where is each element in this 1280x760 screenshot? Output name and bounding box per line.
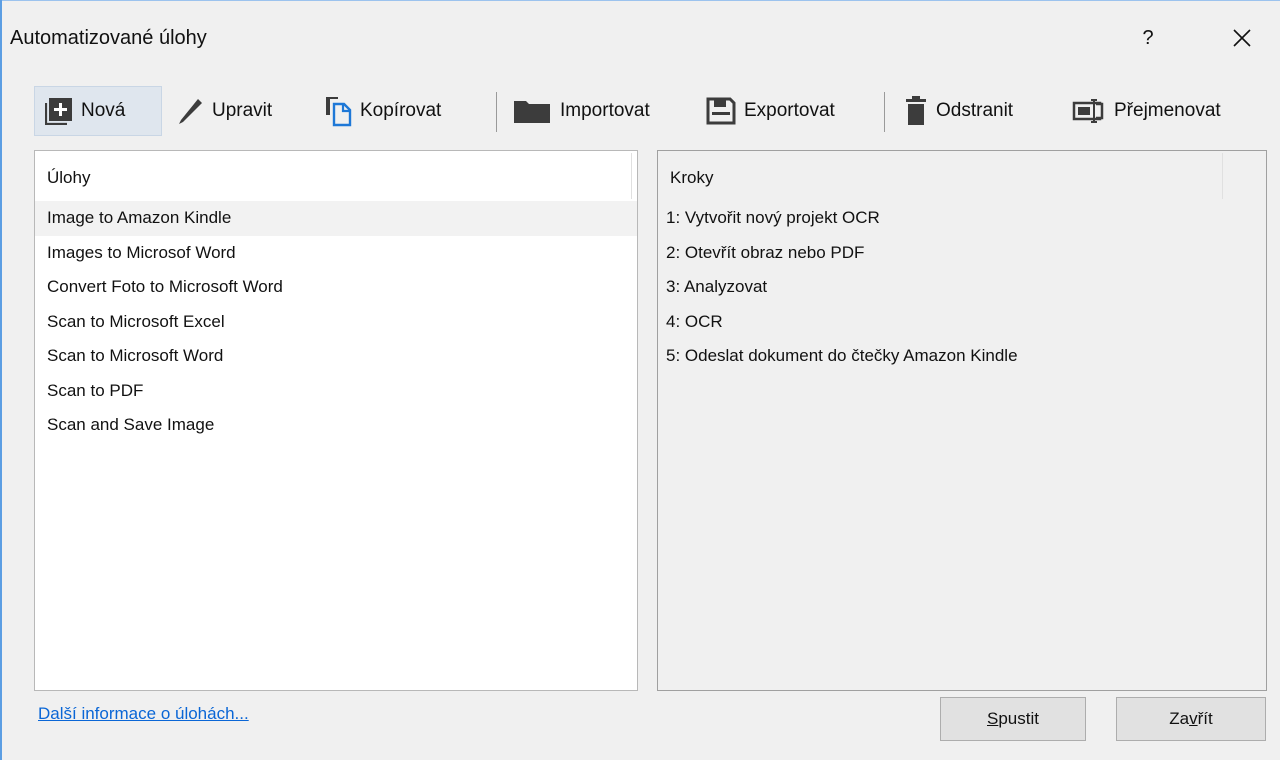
help-button[interactable]: ? [1128, 20, 1168, 56]
rename-task-label: Přejmenovat [1114, 100, 1221, 121]
step-item[interactable]: 2: Otevřít obraz nebo PDF [658, 236, 1266, 271]
automated-tasks-dialog: Automatizované úlohy ? Nová Upravit Kopí… [0, 0, 1280, 760]
delete-task-button[interactable]: Odstranit [904, 86, 1013, 136]
tasks-list: Image to Amazon Kindle Images to Microso… [35, 201, 637, 443]
close-icon [1233, 29, 1251, 47]
close-button-rest: řít [1197, 709, 1213, 728]
trash-icon [906, 96, 926, 125]
task-item[interactable]: Convert Foto to Microsoft Word [35, 270, 637, 305]
edit-task-label: Upravit [212, 100, 273, 121]
tasks-header-label: Úlohy [47, 168, 91, 187]
copy-task-label: Kopírovat [360, 100, 442, 121]
tasks-list-panel[interactable]: Úlohy Image to Amazon Kindle Images to M… [34, 150, 638, 691]
steps-list-panel[interactable]: Kroky 1: Vytvořit nový projekt OCR 2: Ot… [657, 150, 1267, 691]
column-divider[interactable] [1222, 153, 1223, 199]
step-item[interactable]: 4: OCR [658, 305, 1266, 340]
steps-header-label: Kroky [670, 168, 714, 187]
toolbar-separator [496, 92, 497, 132]
step-item[interactable]: 1: Vytvořit nový projekt OCR [658, 201, 1266, 236]
task-item[interactable]: Image to Amazon Kindle [35, 201, 637, 236]
toolbar-separator [884, 92, 885, 132]
folder-icon [514, 101, 550, 123]
step-item[interactable]: 3: Analyzovat [658, 270, 1266, 305]
import-task-label: Importovat [560, 100, 650, 121]
run-button-accelerator: S [987, 709, 999, 728]
task-item[interactable]: Scan to PDF [35, 374, 637, 409]
import-task-button[interactable]: Importovat [512, 86, 650, 136]
column-divider[interactable] [631, 153, 632, 199]
new-task-label: Nová [81, 100, 126, 121]
task-item[interactable]: Scan and Save Image [35, 408, 637, 443]
rename-task-button[interactable]: Přejmenovat [1072, 86, 1221, 136]
new-task-button[interactable]: Nová [34, 86, 162, 136]
step-item[interactable]: 5: Odeslat dokument do čtečky Amazon Kin… [658, 339, 1266, 374]
task-item[interactable]: Scan to Microsoft Excel [35, 305, 637, 340]
window-left-edge [0, 0, 2, 760]
rename-icon [1072, 99, 1104, 123]
pencil-icon [179, 99, 202, 124]
steps-column-header[interactable]: Kroky [658, 151, 1224, 199]
export-task-button[interactable]: Exportovat [706, 86, 835, 136]
copy-task-button[interactable]: Kopírovat [324, 86, 441, 136]
toolbar: Nová Upravit Kopírovat Importovat Export… [34, 86, 1274, 138]
title-bar: Automatizované úlohy ? [0, 0, 1280, 76]
close-button[interactable]: Zavřít [1116, 697, 1266, 741]
window-title: Automatizované úlohy [10, 27, 207, 49]
save-icon [706, 97, 736, 125]
close-window-button[interactable] [1220, 20, 1264, 56]
run-button[interactable]: Spustit [940, 697, 1086, 741]
delete-task-label: Odstranit [936, 100, 1014, 121]
copy-icon [326, 97, 352, 127]
close-button-accelerator: v [1189, 709, 1198, 728]
steps-list: 1: Vytvořit nový projekt OCR 2: Otevřít … [658, 201, 1266, 374]
export-task-label: Exportovat [744, 100, 835, 121]
task-item[interactable]: Images to Microsof Word [35, 236, 637, 271]
task-item[interactable]: Scan to Microsoft Word [35, 339, 637, 374]
more-info-link[interactable]: Další informace o úlohách... [38, 704, 249, 724]
add-box-icon [45, 98, 72, 125]
close-button-prefix: Za [1169, 709, 1190, 728]
edit-task-button[interactable]: Upravit [176, 86, 272, 136]
run-button-rest: pustit [998, 709, 1039, 728]
tasks-column-header[interactable]: Úlohy [35, 151, 633, 199]
